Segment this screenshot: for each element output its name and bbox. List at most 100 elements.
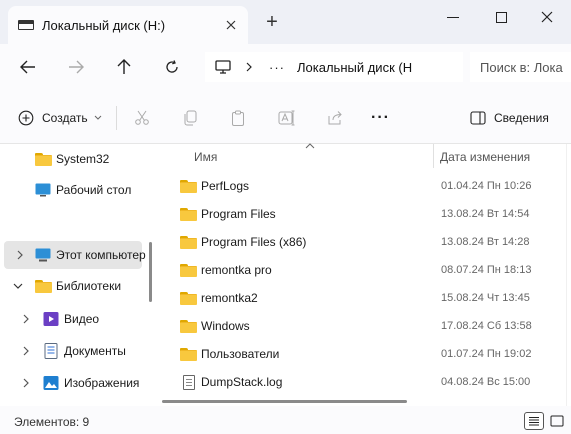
table-row[interactable]: DumpStack.log 04.08.24 Вс 15:00 (162, 368, 562, 396)
breadcrumb-path[interactable]: Локальный диск (H (297, 60, 412, 75)
column-divider[interactable] (433, 144, 434, 168)
video-icon (43, 312, 59, 326)
rename-button[interactable] (278, 104, 296, 132)
file-date: 17.08.24 Сб 13:58 (441, 320, 532, 332)
chevron-right-icon[interactable] (20, 377, 32, 389)
file-name: Program Files (201, 207, 276, 221)
rename-icon (278, 110, 295, 126)
file-date: 01.07.24 Пн 19:02 (441, 348, 532, 360)
paste-button[interactable] (230, 104, 246, 132)
details-pane-button[interactable]: Сведения (470, 104, 549, 132)
active-tab[interactable]: Локальный диск (H:) (8, 6, 248, 44)
table-row[interactable]: PerfLogs 01.04.24 Пн 10:26 (162, 172, 562, 200)
more-options-button[interactable]: ··· (371, 104, 390, 132)
folder-icon (180, 179, 197, 193)
breadcrumb-overflow-button[interactable]: ··· (269, 60, 285, 75)
close-window-button[interactable] (530, 6, 564, 28)
copy-button[interactable] (182, 104, 198, 132)
chevron-down-icon (94, 115, 101, 120)
arrow-left-icon (20, 60, 35, 74)
item-count: Элементов: 9 (14, 415, 90, 429)
nav-item-system32[interactable]: System32 (0, 145, 145, 173)
file-date: 01.04.24 Пн 10:26 (441, 180, 532, 192)
folder-icon (180, 263, 197, 277)
nav-item-libraries[interactable]: Библиотеки (0, 272, 145, 300)
command-bar: Создать ··· Сведения (0, 90, 571, 144)
folder-icon (180, 207, 197, 221)
refresh-button[interactable] (158, 54, 186, 80)
clipboard-icon (232, 110, 244, 126)
tiles-view-icon (550, 415, 564, 427)
nav-item-label: Документы (64, 344, 126, 358)
minimize-button[interactable] (436, 6, 470, 28)
close-icon (226, 20, 236, 30)
cut-button[interactable] (134, 104, 150, 132)
arrow-up-icon (117, 59, 131, 74)
chevron-down-icon[interactable] (12, 280, 24, 292)
create-button[interactable]: Создать (18, 104, 102, 132)
nav-item-images[interactable]: Изображения (0, 369, 145, 397)
column-header-row: Имя Дата изменения (162, 141, 562, 170)
file-name: Windows (201, 319, 250, 333)
tab-title: Локальный диск (H:) (42, 17, 166, 33)
drive-icon (18, 19, 34, 31)
file-date: 13.08.24 Вт 14:28 (441, 236, 530, 248)
vertical-scrollbar[interactable] (566, 144, 567, 406)
title-bar: Локальный диск (H:) + (0, 0, 571, 44)
details-label: Сведения (494, 111, 549, 125)
maximize-icon (495, 11, 507, 23)
minimize-icon (447, 16, 459, 18)
plus-circle-icon (18, 110, 34, 126)
nav-item-label: Библиотеки (56, 279, 122, 293)
nav-pane-scrollbar[interactable] (149, 242, 152, 302)
nav-item-video[interactable]: Видео (0, 305, 145, 333)
horizontal-scrollbar[interactable] (162, 400, 407, 403)
table-row[interactable]: Program Files 13.08.24 Вт 14:54 (162, 200, 562, 228)
status-bar: Элементов: 9 (0, 406, 571, 434)
nav-item-desktop[interactable]: Рабочий стол (0, 176, 145, 204)
address-bar[interactable]: ··· Локальный диск (H (205, 52, 463, 82)
chevron-right-icon[interactable] (20, 313, 32, 325)
table-row[interactable]: Пользователи 01.07.24 Пн 19:02 (162, 340, 562, 368)
forward-button[interactable] (62, 54, 90, 80)
file-date: 15.08.24 Чт 13:45 (441, 292, 530, 304)
list-view-icon (529, 417, 539, 426)
share-icon (328, 111, 342, 125)
file-name: PerfLogs (201, 179, 250, 193)
folder-icon (180, 291, 197, 305)
sort-ascending-icon (305, 141, 315, 151)
tab-close-button[interactable] (220, 14, 242, 36)
details-pane-icon (470, 111, 486, 125)
address-toolbar: ··· Локальный диск (H Поиск в: Лока (0, 44, 571, 90)
table-row[interactable]: remontka2 15.08.24 Чт 13:45 (162, 284, 562, 312)
images-icon (43, 376, 59, 390)
table-row[interactable]: Program Files (x86) 13.08.24 Вт 14:28 (162, 228, 562, 256)
close-icon (541, 11, 553, 23)
table-row[interactable]: remontka pro 08.07.24 Пн 18:13 (162, 256, 562, 284)
back-button[interactable] (14, 54, 42, 80)
scissors-icon (135, 110, 149, 125)
file-date: 04.08.24 Вс 15:00 (441, 376, 531, 388)
nav-item-label: Этот компьютер (56, 248, 146, 262)
up-button[interactable] (110, 54, 138, 80)
nav-item-this-pc[interactable]: Этот компьютер (4, 241, 146, 269)
tiles-view-button[interactable] (547, 412, 567, 430)
file-list: Имя Дата изменения PerfLogs 01.04.24 Пн … (162, 141, 571, 406)
file-name: remontka pro (201, 263, 272, 277)
nav-item-label: Рабочий стол (56, 183, 132, 197)
table-row[interactable]: Windows 17.08.24 Сб 13:58 (162, 312, 562, 340)
share-button[interactable] (327, 104, 343, 132)
file-name: remontka2 (201, 291, 258, 305)
file-name: Пользователи (201, 347, 280, 361)
file-name: DumpStack.log (201, 375, 283, 389)
nav-item-documents[interactable]: Документы (0, 337, 145, 365)
monitor-icon (215, 60, 231, 74)
chevron-right-icon[interactable] (14, 249, 26, 261)
column-header-name[interactable]: Имя (194, 150, 217, 164)
column-header-date[interactable]: Дата изменения (440, 150, 530, 164)
new-tab-button[interactable]: + (260, 10, 284, 34)
search-input[interactable]: Поиск в: Лока (470, 52, 571, 82)
details-view-button[interactable] (524, 412, 544, 430)
chevron-right-icon[interactable] (20, 345, 32, 357)
maximize-button[interactable] (484, 6, 518, 28)
